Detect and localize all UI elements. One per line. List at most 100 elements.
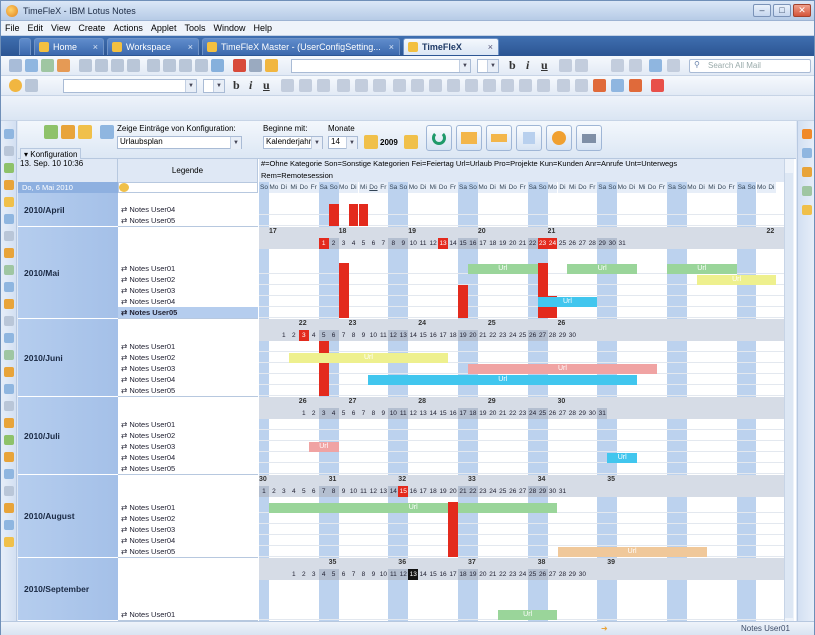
toolbar-icon[interactable] [337,79,350,92]
holiday-cell[interactable] [328,215,339,226]
status-user[interactable]: Notes User01 [741,624,790,633]
user-row[interactable]: ⇄ Notes User01 [118,502,258,513]
toolbar-icon[interactable] [629,59,642,72]
vacation-bar[interactable]: Url [666,264,737,274]
sidebar-app-icon[interactable] [4,231,14,241]
sidebar-app-icon[interactable] [4,214,14,224]
toolbar-icon[interactable] [163,59,176,72]
toolbar-icon[interactable] [9,59,22,72]
vacation-bar[interactable]: Url [268,503,558,513]
toolbar-icon[interactable] [537,79,550,92]
cut-icon[interactable] [79,59,92,72]
menu-window[interactable]: Window [209,21,249,33]
calendar-next-icon[interactable] [404,135,418,149]
sidebar-app-icon[interactable] [4,265,14,275]
toolbar-icon[interactable] [611,59,624,72]
holiday-cell[interactable] [338,296,349,307]
underline-button-2[interactable]: u [263,78,270,93]
user-row[interactable]: ⇄ Notes User04 [118,204,258,215]
replication-icon[interactable]: ➜ [601,624,608,633]
sidebar-app-icon[interactable] [4,146,14,156]
sidebar-app-icon[interactable] [4,180,14,190]
close-tab-icon[interactable]: × [488,39,493,55]
user-row[interactable]: ⇄ Notes User03 [118,363,258,374]
sidebar-panel-icon[interactable] [802,205,812,215]
toolbar-icon[interactable] [211,59,224,72]
toolbar-icon[interactable] [501,79,514,92]
size-combo[interactable]: ▼ [477,59,499,73]
toolbar-icon[interactable] [575,59,588,72]
toolbar-icon[interactable] [127,59,140,72]
user-row[interactable]: ⇄ Notes User04 [118,452,258,463]
reload-button[interactable] [426,125,452,151]
print-button[interactable] [576,125,602,151]
sidebar-app-icon[interactable] [4,486,14,496]
holiday-cell[interactable] [318,363,329,374]
holiday-cell[interactable] [537,285,548,296]
toolbar-icon[interactable] [519,79,532,92]
toolbar-icon[interactable] [265,59,278,72]
sidebar-app-icon[interactable] [4,435,14,445]
sidebar-app-icon[interactable] [4,418,14,428]
sidebar-app-icon[interactable] [4,384,14,394]
refresh-icon[interactable] [44,125,58,139]
user-row[interactable]: ⇄ Notes User01 [118,341,258,352]
user-row[interactable]: ⇄ Notes User02 [118,274,258,285]
toolbar-icon[interactable] [9,79,22,92]
holiday-cell[interactable] [458,296,468,307]
week-view-button[interactable] [486,125,512,151]
holiday-cell[interactable] [348,204,359,215]
sidebar-app-icon[interactable] [4,452,14,462]
menu-edit[interactable]: Edit [24,21,48,33]
user-row[interactable]: ⇄ Notes User02 [118,352,258,363]
vacation-bar[interactable]: Url [537,297,598,307]
holiday-cell[interactable] [338,274,349,285]
help-icon[interactable] [61,125,75,139]
vacation-bar[interactable]: Url [696,275,777,285]
copy-icon[interactable] [95,59,108,72]
holiday-cell[interactable] [448,524,458,535]
user-row[interactable]: ⇄ Notes User04 [118,296,258,307]
vacation-bar[interactable]: Url [567,264,638,274]
menu-create[interactable]: Create [74,21,109,33]
monate-select[interactable]: 14 ▼ [328,136,358,149]
toolbar-icon[interactable] [179,59,192,72]
paste-icon[interactable] [111,59,124,72]
sidebar-app-icon[interactable] [4,282,14,292]
toolbar-icon[interactable] [393,79,406,92]
holiday-cell[interactable] [318,374,329,385]
holiday-cell[interactable] [358,204,369,215]
style-combo[interactable]: ▼ [291,59,471,73]
toolbar-icon[interactable] [629,79,642,92]
sidebar-app-icon[interactable] [4,350,14,360]
menu-file[interactable]: File [1,21,24,33]
holiday-cell[interactable] [358,215,369,226]
user-row[interactable]: ⇄ Notes User05 [118,307,258,318]
toolbar-icon[interactable] [649,59,662,72]
maximize-button[interactable]: □ [773,4,791,17]
bold-button-2[interactable]: b [233,78,240,93]
user-row[interactable]: ⇄ Notes User01 [118,419,258,430]
vacation-bar[interactable]: Url [607,453,638,463]
user-row[interactable]: ⇄ Notes User03 [118,524,258,535]
configuration-select[interactable]: Urlaubsplan ▼ [117,136,242,149]
sidebar-panel-icon[interactable] [802,186,812,196]
toolbar-icon[interactable] [651,79,664,92]
user-row[interactable]: ⇄ Notes User01 [118,263,258,274]
sidebar-app-icon[interactable] [4,469,14,479]
vacation-bar[interactable]: Url [288,353,449,363]
search-input[interactable]: ⚲ Search All Mail [689,59,811,73]
print-icon[interactable] [249,59,262,72]
menu-applet[interactable]: Applet [147,21,181,33]
toolbar-icon[interactable] [147,59,160,72]
user-row[interactable]: ⇄ Notes User05 [118,546,258,557]
menu-view[interactable]: View [47,21,74,33]
calendar-icon[interactable] [364,135,378,149]
holiday-cell[interactable] [338,307,349,318]
sidebar-app-icon[interactable] [4,367,14,377]
user-row[interactable]: ⇄ Notes User01 [118,609,258,620]
vacation-bar[interactable]: Url [467,364,657,374]
toolbar-icon[interactable] [57,59,70,72]
sidebar-app-icon[interactable] [4,520,14,530]
beginne-select[interactable]: Kalenderjahr ▼ [263,136,323,149]
